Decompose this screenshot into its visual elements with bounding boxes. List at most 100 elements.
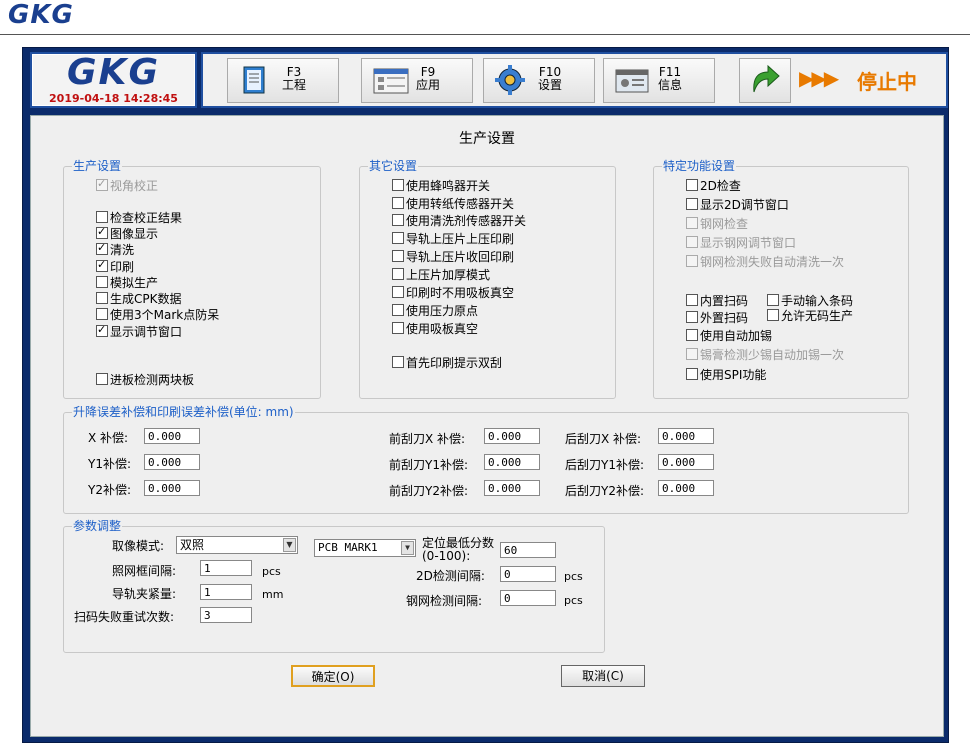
checkbox-simulate[interactable]: 模拟生产 — [96, 276, 158, 290]
machine-status: ▶▶▶ 停止中 — [799, 58, 939, 101]
other-settings-group: 其它设置 使用蜂鸣器开关 使用转纸传感器开关 使用清洗剂传感器开关 导轨上压片上… — [359, 159, 616, 399]
status-arrows: ▶▶▶ — [799, 66, 839, 90]
rear-y2-comp-label: 后刮刀Y2补偿: — [565, 484, 645, 498]
capture-mode-select[interactable]: 双照 ▼ — [176, 536, 298, 554]
checkbox-top-press[interactable]: 导轨上压片上压印刷 — [392, 232, 514, 246]
cancel-button[interactable]: 取消(C) — [561, 665, 645, 687]
application-button[interactable]: F9 应用 — [361, 58, 473, 103]
checkbox-show-stencil-window[interactable]: 显示钢网调节窗口 — [686, 236, 796, 250]
checkbox-angle-correction[interactable]: 视角校正 — [96, 177, 158, 193]
info-button[interactable]: F11 信息 — [603, 58, 715, 103]
checkbox-show-2d-window[interactable]: 显示2D调节窗口 — [686, 198, 789, 212]
mark-select[interactable]: PCB MARK1 ▼ — [314, 539, 416, 557]
checkbox-stencil-check[interactable]: 钢网检查 — [686, 217, 748, 231]
checkbox-three-mark[interactable]: 使用3个Mark点防呆 — [96, 308, 219, 322]
application-button-label: F9 应用 — [416, 65, 441, 92]
back-button[interactable] — [739, 58, 791, 103]
front-y2-comp-input[interactable]: 0.000 — [484, 480, 540, 496]
clamp-input[interactable]: 1 — [200, 584, 252, 600]
stencil-interval-label: 钢网检测间隔: — [406, 594, 483, 608]
checkbox-check-correction[interactable]: 检查校正结果 — [96, 211, 182, 225]
checkbox-press-retract[interactable]: 导轨上压片收回印刷 — [392, 250, 514, 264]
checkbox-double-squeegee[interactable]: 首先印刷提示双刮 — [392, 356, 502, 370]
checkbox-internal-scan[interactable]: 内置扫码 — [686, 294, 748, 308]
project-button-label: F3 工程 — [282, 65, 307, 92]
checkbox-stencil-auto-clean[interactable]: 钢网检测失败自动清洗一次 — [686, 255, 844, 269]
checkbox-buzzer[interactable]: 使用蜂鸣器开关 — [392, 179, 490, 193]
y2-comp-label: Y2补偿: — [88, 483, 132, 497]
2d-interval-input[interactable]: 0 — [500, 566, 556, 582]
rear-x-comp-input[interactable]: 0.000 — [658, 428, 714, 444]
id-card-icon — [615, 69, 649, 93]
gear-icon — [495, 65, 525, 95]
special-function-group: 特定功能设置 2D检查 显示2D调节窗口 钢网检查 显示钢网调节窗口 钢网检测失… — [653, 159, 909, 399]
checkbox-thick-mode[interactable]: 上压片加厚模式 — [392, 268, 490, 282]
retry-input[interactable]: 3 — [200, 607, 252, 623]
front-y2-comp-label: 前刮刀Y2补偿: — [389, 484, 469, 498]
settings-panel: 生产设置 生产设置 视角校正 检查校正结果 图像显示 清洗 印刷 模拟生产 生成… — [30, 115, 944, 737]
2d-interval-unit: pcs — [564, 570, 583, 583]
document-icon — [243, 66, 265, 94]
clamp-label: 导轨夹紧量: — [112, 587, 177, 601]
checkbox-show-adjust[interactable]: 显示调节窗口 — [96, 323, 182, 339]
return-arrow-icon — [753, 64, 780, 93]
settings-button-label: F10 设置 — [538, 65, 563, 92]
checkbox-cpk[interactable]: 生成CPK数据 — [96, 292, 182, 306]
x-comp-input[interactable]: 0.000 — [144, 428, 200, 444]
min-score-input[interactable]: 60 — [500, 542, 556, 558]
checkbox-auto-solder[interactable]: 使用自动加锡 — [686, 329, 772, 343]
logo-panel: GKG 2019-04-18 14:28:45 — [30, 52, 197, 108]
min-score-label: 定位最低分数(0-100): — [422, 536, 495, 563]
y1-comp-label: Y1补偿: — [88, 457, 132, 471]
page-title: 生产设置 — [459, 131, 515, 147]
group-title: 生产设置 — [72, 159, 123, 173]
checkbox-cleaning[interactable]: 清洗 — [96, 241, 134, 257]
rear-y2-comp-input[interactable]: 0.000 — [658, 480, 714, 496]
checkbox-paper-sensor[interactable]: 使用转纸传感器开关 — [392, 197, 514, 211]
capture-mode-label: 取像模式: — [112, 539, 165, 553]
front-y1-comp-input[interactable]: 0.000 — [484, 454, 540, 470]
front-x-comp-input[interactable]: 0.000 — [484, 428, 540, 444]
checkbox-printing[interactable]: 印刷 — [96, 258, 134, 274]
chevron-down-icon: ▼ — [283, 538, 296, 552]
project-button[interactable]: F3 工程 — [227, 58, 339, 103]
checkbox-no-vacuum[interactable]: 印刷时不用吸板真空 — [392, 286, 514, 300]
checkbox-image-display[interactable]: 图像显示 — [96, 225, 158, 241]
clamp-unit: mm — [262, 588, 284, 601]
frame-interval-label: 照网框间隔: — [112, 564, 177, 578]
frame-interval-input[interactable]: 1 — [200, 560, 252, 576]
datetime: 2019-04-18 14:28:45 — [49, 92, 178, 105]
top-divider — [0, 34, 970, 35]
logo: GKG — [67, 52, 160, 93]
checkbox-manual-barcode[interactable]: 手动输入条码 — [767, 294, 853, 308]
stencil-interval-input[interactable]: 0 — [500, 590, 556, 606]
settings-button[interactable]: F10 设置 — [483, 58, 595, 103]
status-text: 停止中 — [857, 70, 917, 94]
compensation-group: 升降误差补偿和印刷误差补偿(单位: mm) X 补偿: 0.000 Y1补偿: … — [63, 405, 909, 514]
parameter-group: 参数调整 取像模式: 双照 ▼ PCB MARK1 ▼ 定位最低分数(0-100):… — [63, 519, 605, 653]
y1-comp-input[interactable]: 0.000 — [144, 454, 200, 470]
production-settings-group: 生产设置 视角校正 检查校正结果 图像显示 清洗 印刷 模拟生产 生成CPK数据… — [63, 159, 321, 399]
group-title: 升降误差补偿和印刷误差补偿(单位: mm) — [72, 405, 295, 419]
brand-logo: GKG — [8, 0, 74, 30]
app-window-icon — [373, 68, 409, 94]
retry-label: 扫码失败重试次数: — [74, 610, 175, 624]
front-y1-comp-label: 前刮刀Y1补偿: — [389, 458, 469, 472]
info-button-label: F11 信息 — [658, 65, 683, 92]
2d-interval-label: 2D检测间隔: — [416, 569, 485, 583]
checkbox-cleaner-sensor[interactable]: 使用清洗剂传感器开关 — [392, 214, 526, 228]
checkbox-two-boards[interactable]: 进板检测两块板 — [96, 373, 194, 387]
checkbox-low-solder-auto[interactable]: 锡膏检测少锡自动加锡一次 — [686, 348, 844, 362]
front-x-comp-label: 前刮刀X 补偿: — [389, 432, 466, 446]
checkbox-use-vacuum[interactable]: 使用吸板真空 — [392, 322, 478, 336]
rear-y1-comp-input[interactable]: 0.000 — [658, 454, 714, 470]
checkbox-pressure-origin[interactable]: 使用压力原点 — [392, 304, 478, 318]
y2-comp-input[interactable]: 0.000 — [144, 480, 200, 496]
group-title: 参数调整 — [72, 519, 123, 533]
checkbox-external-scan[interactable]: 外置扫码 — [686, 311, 748, 325]
checkbox-spi[interactable]: 使用SPI功能 — [686, 368, 766, 382]
checkbox-no-code-production[interactable]: 允许无码生产 — [767, 309, 853, 323]
rear-y1-comp-label: 后刮刀Y1补偿: — [565, 458, 645, 472]
ok-button[interactable]: 确定(O) — [291, 665, 375, 687]
checkbox-2d-check[interactable]: 2D检查 — [686, 179, 741, 193]
